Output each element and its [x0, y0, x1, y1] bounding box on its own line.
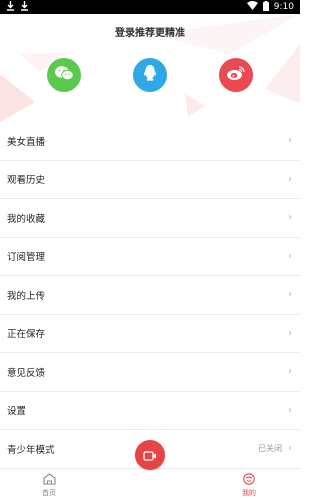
- download-icon: [20, 0, 29, 14]
- wechat-icon: [54, 65, 74, 85]
- status-bar: 9:10: [0, 0, 300, 14]
- profile-icon: [243, 473, 255, 487]
- menu-list: 美女直播 › 观看历史 › 我的收藏 › 订阅管理 › 我的上传 › 正在保存 …: [0, 122, 300, 469]
- login-header: 登录推荐更精准: [0, 14, 300, 122]
- menu-item-label: 我的上传: [7, 290, 46, 302]
- menu-item-settings[interactable]: 设置 ›: [0, 391, 300, 430]
- bottom-nav: 首页 我的: [0, 468, 300, 500]
- teen-mode-status: 已关闭: [258, 444, 282, 454]
- menu-item-label: 我的收藏: [7, 213, 46, 225]
- menu-item-saving[interactable]: 正在保存 ›: [0, 314, 300, 353]
- wifi-icon: [246, 1, 258, 13]
- menu-item-label: 青少年模式: [7, 444, 55, 456]
- login-title: 登录推荐更精准: [115, 28, 185, 39]
- wechat-login-button[interactable]: [47, 58, 81, 92]
- chevron-right-icon: ›: [288, 135, 292, 147]
- menu-item-feedback[interactable]: 意见反馈 ›: [0, 353, 300, 392]
- chevron-right-icon: ›: [288, 443, 292, 455]
- menu-item-label: 正在保存: [7, 329, 46, 341]
- chevron-right-icon: ›: [288, 250, 292, 262]
- video-camera-icon: [143, 446, 157, 465]
- chevron-right-icon: ›: [288, 173, 292, 185]
- chevron-right-icon: ›: [288, 289, 292, 301]
- chevron-right-icon: ›: [288, 327, 292, 339]
- record-video-button[interactable]: [135, 440, 165, 470]
- battery-icon: [262, 0, 269, 14]
- qq-icon: [142, 64, 158, 86]
- chevron-right-icon: ›: [288, 404, 292, 416]
- menu-item-my-uploads[interactable]: 我的上传 ›: [0, 276, 300, 315]
- weibo-login-button[interactable]: [219, 58, 253, 92]
- home-icon: [42, 473, 56, 487]
- weibo-icon: [226, 65, 246, 85]
- menu-item-label: 意见反馈: [7, 367, 46, 379]
- menu-item-live-beauty[interactable]: 美女直播 ›: [0, 122, 300, 161]
- nav-mine-tab[interactable]: 我的: [229, 473, 269, 498]
- nav-home-tab[interactable]: 首页: [29, 473, 69, 498]
- status-time: 9:10: [273, 2, 294, 12]
- menu-item-label: 设置: [7, 406, 27, 418]
- download-icon: [6, 0, 15, 14]
- nav-mine-label: 我的: [242, 489, 256, 497]
- chevron-right-icon: ›: [288, 366, 292, 378]
- menu-item-label: 美女直播: [7, 136, 46, 148]
- chevron-right-icon: ›: [288, 212, 292, 224]
- menu-item-label: 观看历史: [7, 175, 46, 187]
- nav-home-label: 首页: [42, 489, 56, 497]
- menu-item-watch-history[interactable]: 观看历史 ›: [0, 160, 300, 199]
- menu-item-label: 订阅管理: [7, 252, 46, 264]
- menu-item-subscriptions[interactable]: 订阅管理 ›: [0, 237, 300, 276]
- menu-item-favorites[interactable]: 我的收藏 ›: [0, 199, 300, 238]
- qq-login-button[interactable]: [133, 58, 167, 92]
